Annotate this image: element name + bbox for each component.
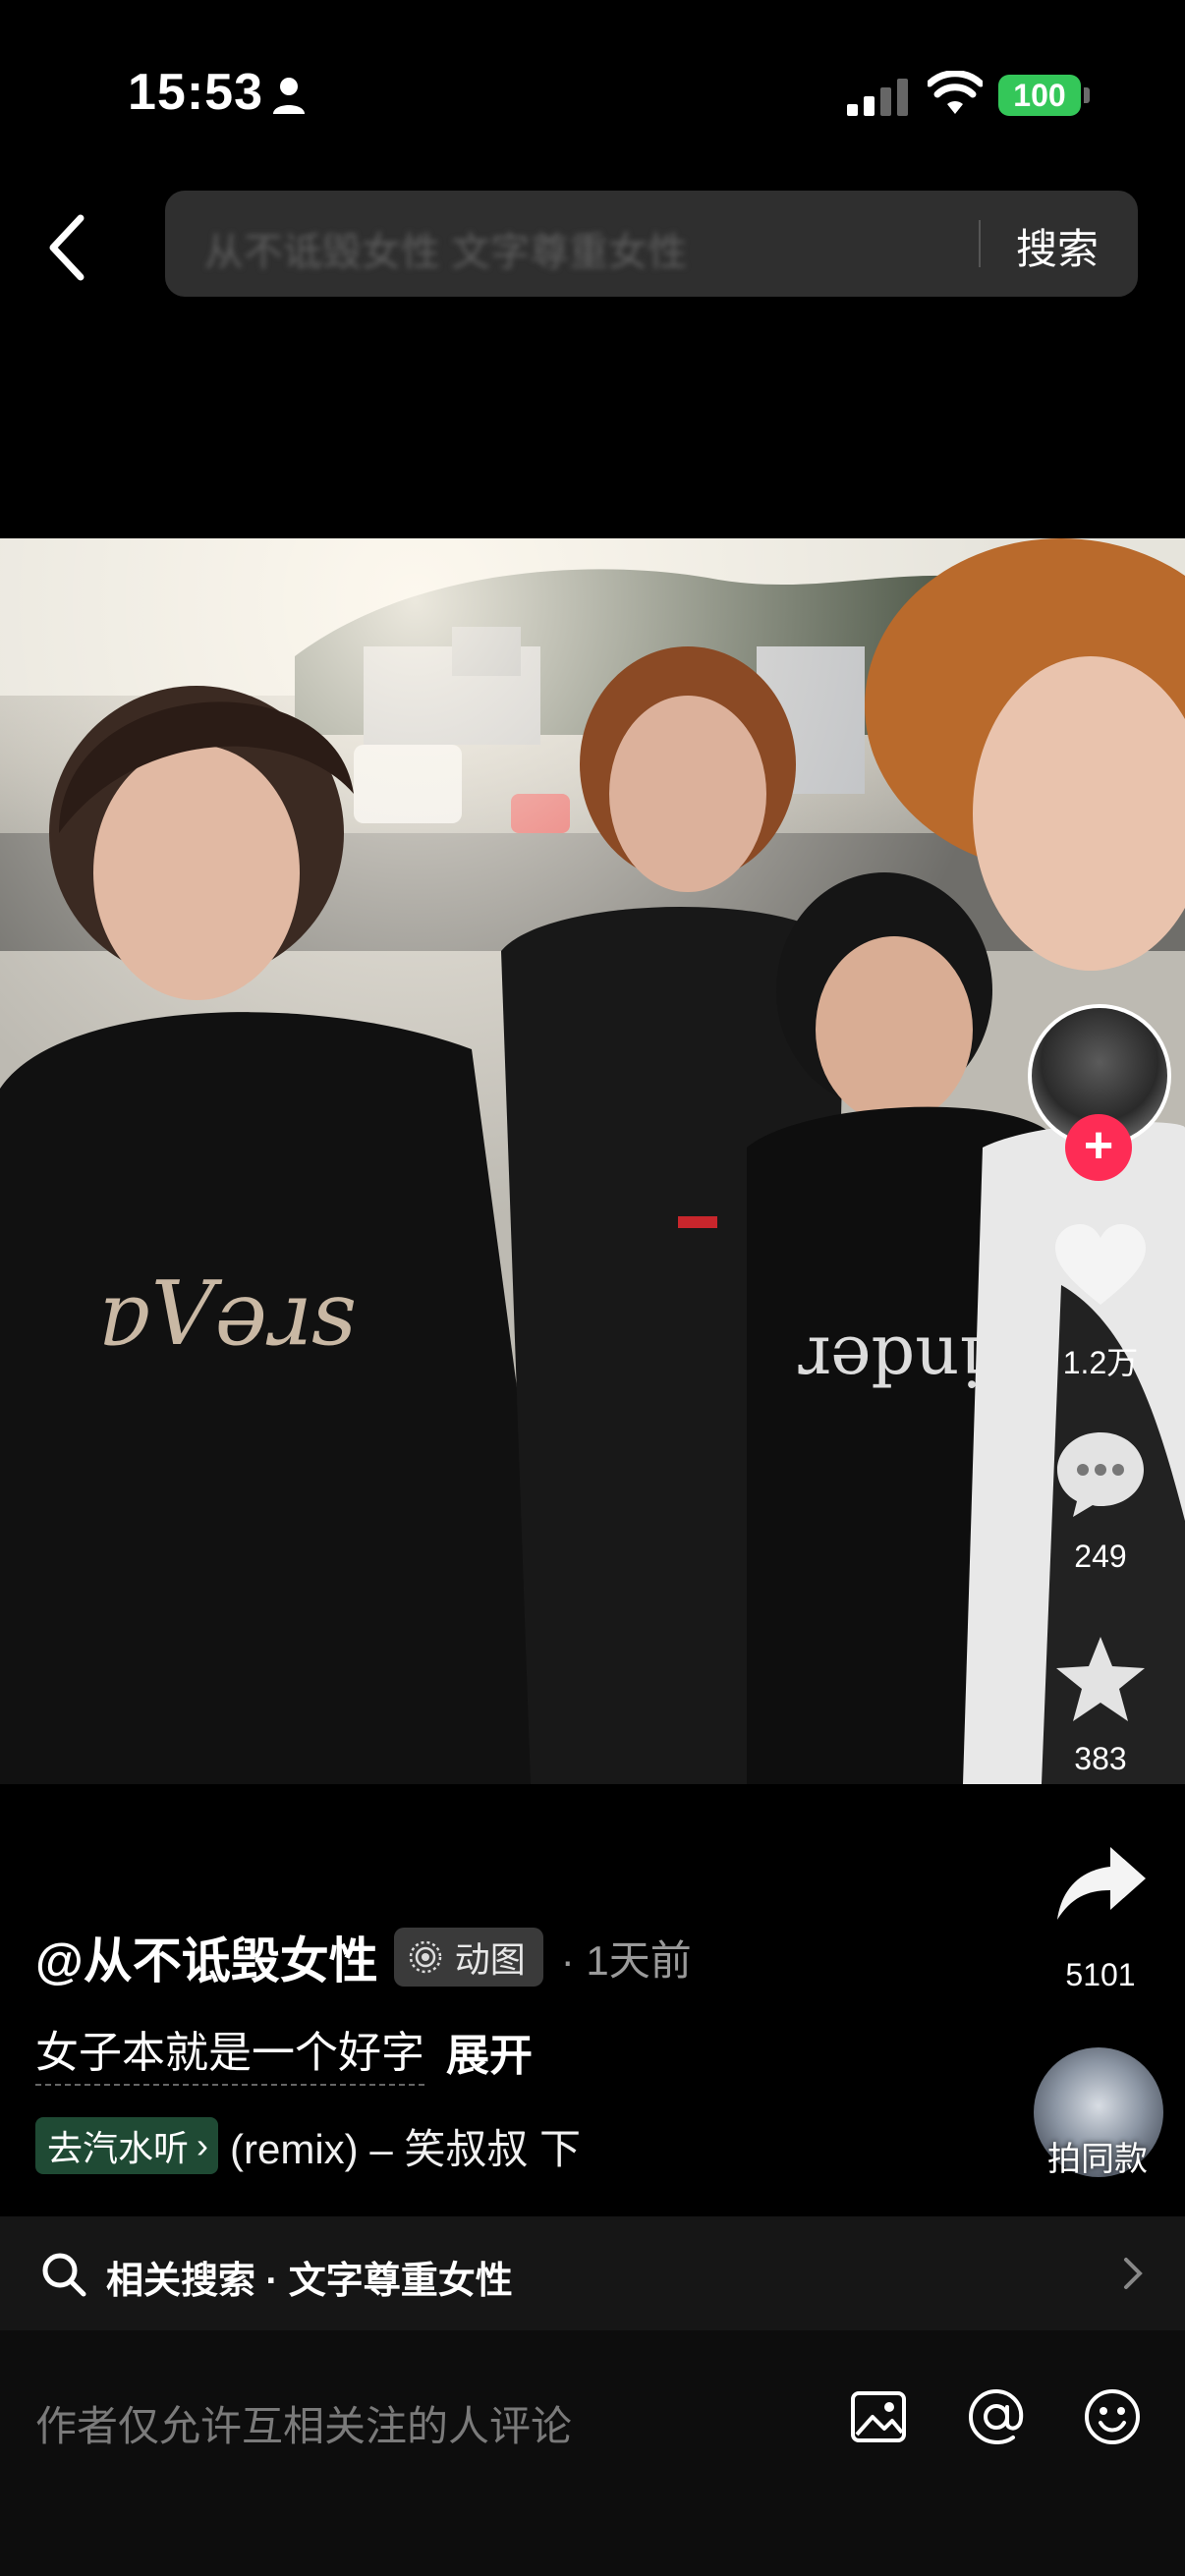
comment-count: 249 — [1074, 1539, 1127, 1574]
related-search-text: 相关搜索 · 文字尊重女性 — [106, 2261, 513, 2302]
search-divider — [979, 220, 981, 267]
back-button[interactable] — [39, 208, 98, 287]
smiley-icon[interactable] — [1081, 2385, 1144, 2448]
author-row: @从不诋毁女性 动图 · 1天前 — [35, 1926, 692, 1988]
search-input[interactable]: 从不诋毁女性 文字尊重女性 — [204, 220, 687, 277]
music-row: 去汽水听 › (remix) – 笑叔叔 下 — [35, 2116, 581, 2175]
follow-button[interactable]: + — [1065, 1114, 1132, 1181]
comment-input[interactable]: 作者仅允许互相关注的人评论 — [35, 2393, 572, 2453]
signal-icon — [847, 79, 908, 116]
comment-bar: 作者仅允许互相关注的人评论 — [0, 2330, 1185, 2576]
chevron-right-icon: › — [197, 2125, 209, 2165]
status-time: 15:53 — [128, 64, 263, 121]
related-search-bar[interactable]: 相关搜索 · 文字尊重女性 — [0, 2216, 1185, 2330]
live-photo-icon — [409, 1940, 442, 1974]
music-title[interactable]: (remix) – 笑叔叔 下 — [230, 2116, 581, 2176]
search-icon — [42, 2253, 86, 2297]
search-button[interactable]: 搜索 — [1016, 216, 1099, 276]
battery-nub — [1084, 87, 1090, 103]
heart-icon[interactable] — [1051, 1218, 1150, 1316]
wifi-icon — [928, 71, 983, 114]
share-arrow-icon[interactable] — [1051, 1837, 1150, 1935]
open-music-app-button[interactable]: 去汽水听 › — [35, 2117, 219, 2174]
favorite-count: 383 — [1074, 1741, 1127, 1776]
status-bar: 15:53 100 — [0, 0, 1185, 187]
animated-badge: 动图 — [393, 1928, 543, 1987]
post-time: · 1天前 — [560, 1936, 692, 1984]
caption-text[interactable]: 女子本就是一个好字 — [35, 2017, 424, 2086]
caption-row: 女子本就是一个好字 展开 — [35, 2020, 533, 2086]
chevron-right-icon — [1124, 2258, 1143, 2289]
battery-indicator: 100 — [998, 75, 1081, 116]
author-name[interactable]: @从不诋毁女性 — [35, 1922, 378, 1992]
post-image[interactable]: ɐVǝɹs ɹǝpuᴉɯ — [0, 538, 1185, 1784]
remix-label[interactable]: 拍同款 — [1047, 2132, 1148, 2180]
at-icon[interactable] — [965, 2385, 1028, 2448]
music-chip-label: 去汽水听 — [47, 2128, 190, 2168]
star-icon[interactable] — [1051, 1631, 1150, 1729]
person-icon — [273, 78, 305, 114]
search-bar[interactable]: 从不诋毁女性 文字尊重女性 搜索 — [165, 191, 1138, 297]
badge-label: 动图 — [454, 1939, 526, 1980]
share-count: 5101 — [1065, 1957, 1136, 1992]
like-count: 1.2万 — [1062, 1345, 1139, 1380]
photo-illustration: ɐVǝɹs ɹǝpuᴉɯ — [0, 538, 1185, 1784]
speech-bubble-icon[interactable] — [1051, 1425, 1150, 1523]
expand-link[interactable]: 展开 — [446, 2020, 533, 2083]
svg-text:ɐVǝɹs: ɐVǝɹs — [98, 1262, 357, 1366]
image-icon[interactable] — [847, 2385, 910, 2448]
